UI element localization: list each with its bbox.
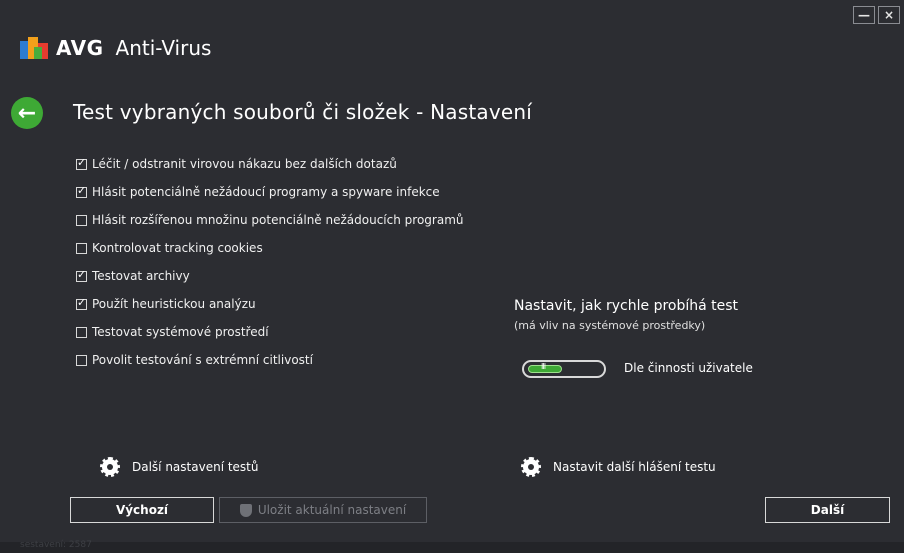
option-label: Hlásit potenciálně nežádoucí programy a … [92, 185, 440, 199]
shield-icon [239, 503, 252, 517]
option-label: Povolit testování s extrémní citlivostí [92, 353, 313, 367]
option-row[interactable]: Povolit testování s extrémní citlivostí [76, 346, 463, 374]
option-checkbox[interactable] [76, 156, 87, 170]
speed-title: Nastavit, jak rychle probíhá test [514, 298, 739, 314]
report-settings-link[interactable]: Nastavit další hlášení testu [521, 457, 716, 477]
option-row[interactable]: Použít heuristickou analýzu [76, 290, 463, 318]
more-settings-link[interactable]: Další nastavení testů [100, 457, 259, 477]
option-row[interactable]: Testovat systémové prostředí [76, 318, 463, 346]
brand-product: Anti-Virus [115, 36, 212, 60]
page-title: Test vybraných souborů či složek - Nasta… [73, 100, 532, 124]
option-row[interactable]: Kontrolovat tracking cookies [76, 234, 463, 262]
avg-logo-icon [20, 37, 50, 59]
window-controls: — × [853, 6, 900, 24]
speed-subtitle: (má vliv na systémové prostředky) [514, 319, 706, 332]
more-settings-label: Další nastavení testů [132, 460, 259, 474]
option-checkbox[interactable] [76, 242, 87, 254]
avg-window: — × AVG Anti-Virus ← Test vybraných soub… [0, 0, 904, 553]
save-settings-label: Uložit aktuální nastavení [257, 503, 407, 517]
option-label: Použít heuristickou analýzu [92, 297, 256, 311]
default-button[interactable]: Výchozí [70, 497, 214, 523]
report-settings-label: Nastavit další hlášení testu [553, 460, 716, 474]
slider-grip-icon: III [541, 362, 546, 371]
option-checkbox[interactable] [76, 184, 87, 198]
option-row[interactable]: Léčit / odstranit virovou nákazu bez dal… [76, 150, 463, 178]
back-arrow-icon[interactable]: ← [11, 97, 43, 129]
slider-thumb[interactable]: III [528, 362, 562, 373]
option-row[interactable]: Testovat archivy [76, 262, 463, 290]
option-row[interactable]: Hlásit rozšířenou množinu potenciálně ne… [76, 206, 463, 234]
option-label: Testovat archivy [92, 269, 190, 283]
save-settings-button[interactable]: Uložit aktuální nastavení [219, 497, 427, 523]
option-label: Kontrolovat tracking cookies [92, 241, 263, 255]
scan-options-list: Léčit / odstranit virovou nákazu bez dal… [76, 150, 463, 374]
app-brand: AVG Anti-Virus [20, 36, 211, 60]
speed-slider[interactable]: III [522, 360, 606, 378]
minimize-button[interactable]: — [853, 6, 875, 24]
close-button[interactable]: × [878, 6, 900, 24]
brand-name: AVG [56, 36, 104, 60]
next-button[interactable]: Další [765, 497, 890, 523]
option-checkbox[interactable] [76, 354, 87, 366]
option-checkbox[interactable] [76, 296, 87, 310]
gear-icon [521, 457, 541, 477]
option-label: Léčit / odstranit virovou nákazu bez dal… [92, 157, 397, 171]
option-label: Hlásit rozšířenou množinu potenciálně ne… [92, 213, 464, 227]
option-row[interactable]: Hlásit potenciálně nežádoucí programy a … [76, 178, 463, 206]
option-checkbox[interactable] [76, 268, 87, 282]
option-checkbox[interactable] [76, 214, 87, 226]
footer-bar: sestavení: 2587 [0, 540, 904, 553]
gear-icon [100, 457, 120, 477]
option-checkbox[interactable] [76, 326, 87, 338]
option-label: Testovat systémové prostředí [92, 325, 269, 339]
build-number: sestavení: 2587 [20, 540, 92, 550]
speed-value-label: Dle činnosti uživatele [624, 361, 753, 375]
